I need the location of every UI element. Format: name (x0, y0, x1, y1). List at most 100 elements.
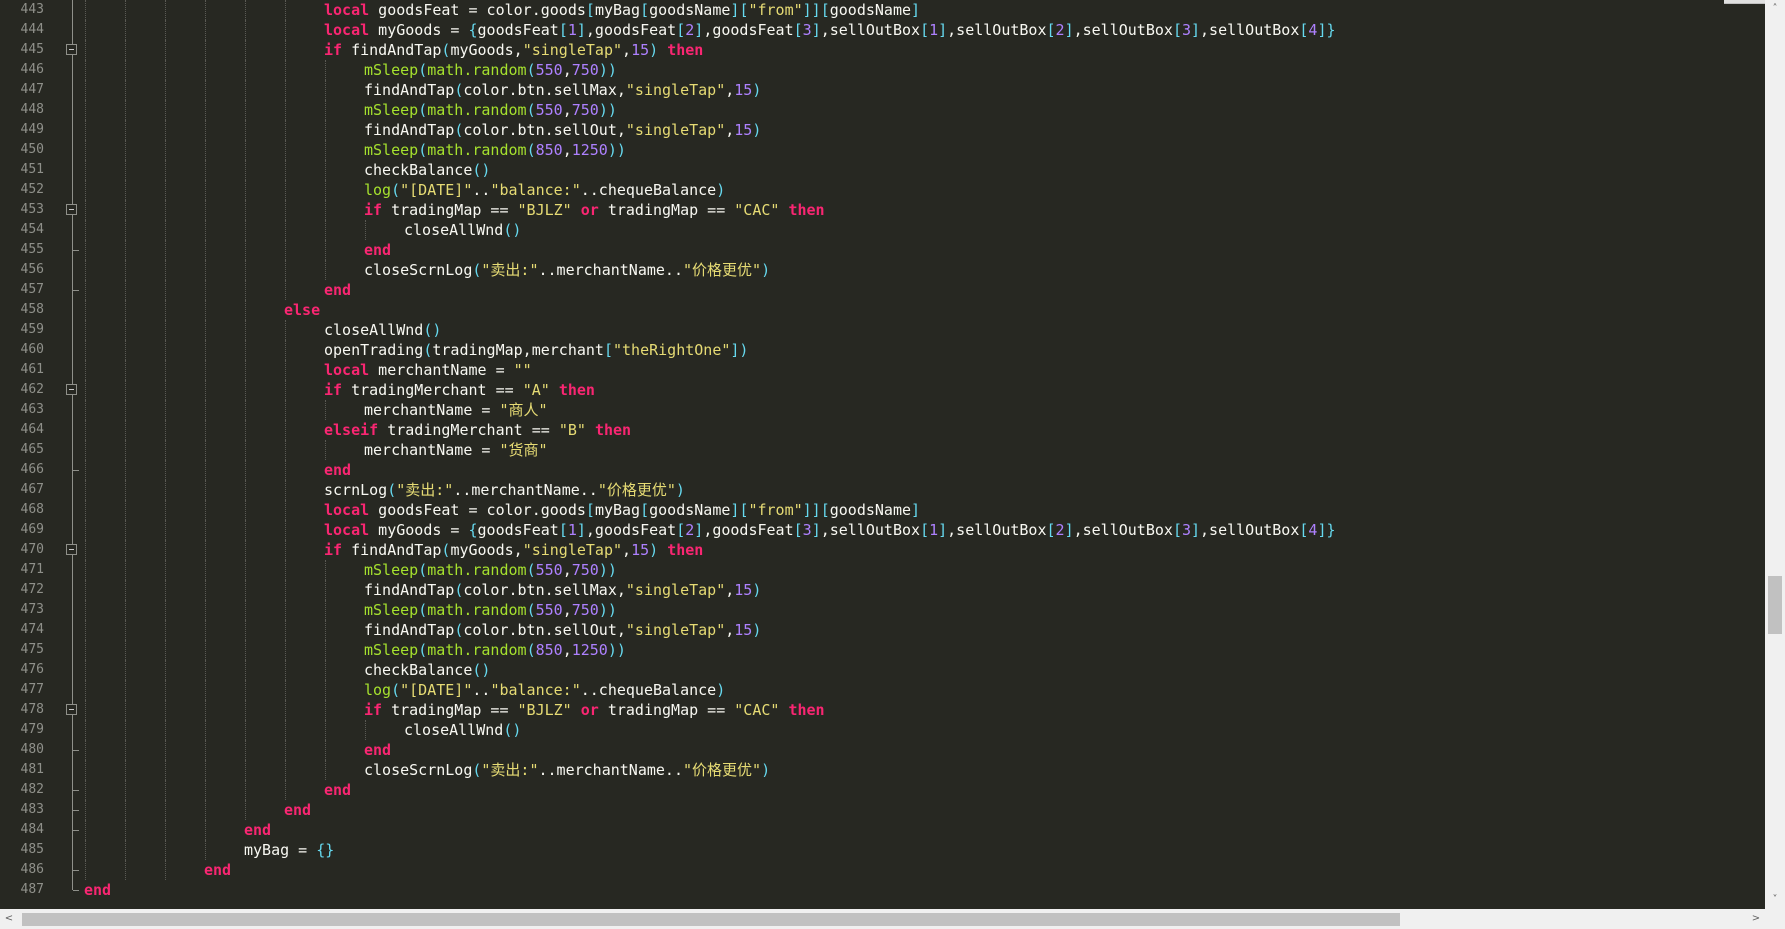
code-line[interactable]: closeAllWnd() (404, 220, 521, 240)
code-token: [ (558, 21, 568, 39)
code-token: myBag (594, 1, 641, 19)
code-line[interactable]: findAndTap(color.btn.sellOut,"singleTap"… (364, 120, 761, 140)
code-line[interactable]: mSleep(math.random(550,750)) (364, 60, 617, 80)
code-line[interactable]: closeAllWnd() (324, 320, 441, 340)
code-line[interactable]: log("[DATE]".."balance:"..chequeBalance) (364, 180, 725, 200)
indent-guide (165, 520, 166, 540)
code-token: 3 (1181, 21, 1191, 39)
code-line[interactable]: closeScrnLog("卖出:"..merchantName.."价格更优"… (364, 260, 770, 280)
code-line[interactable]: mSleep(math.random(550,750)) (364, 560, 617, 580)
code-line[interactable]: scrnLog("卖出:"..merchantName.."价格更优") (324, 480, 685, 500)
code-line[interactable]: mSleep(math.random(550,750)) (364, 600, 617, 620)
fold-collapse-icon[interactable] (66, 44, 77, 55)
code-line[interactable]: end (364, 240, 391, 260)
scroll-left-arrow-icon[interactable]: < (0, 909, 18, 929)
line-number: 468 (20, 502, 44, 517)
code-line[interactable]: end (244, 820, 271, 840)
code-token: local (324, 361, 370, 379)
fold-collapse-icon[interactable] (66, 544, 77, 555)
code-token: ,goodsFeat (703, 521, 794, 539)
code-token: color.btn.sellMax, (463, 81, 626, 99)
indent-guide (285, 780, 286, 800)
indent-guide (325, 100, 326, 120)
code-token: then (667, 41, 704, 59)
code-token: 15 (734, 121, 753, 139)
code-token: ( (454, 621, 464, 639)
code-line[interactable]: mSleep(math.random(550,750)) (364, 100, 617, 120)
code-line[interactable]: log("[DATE]".."balance:"..chequeBalance) (364, 680, 725, 700)
code-line[interactable]: mSleep(math.random(850,1250)) (364, 140, 626, 160)
scroll-down-arrow-icon[interactable]: ˅ (1765, 891, 1785, 909)
indent-guide (245, 740, 246, 760)
horizontal-scroll-thumb[interactable] (22, 913, 1400, 926)
indent-guide (245, 200, 246, 220)
indent-guide (325, 180, 326, 200)
code-line[interactable]: local myGoods = {goodsFeat[1],goodsFeat[… (324, 20, 1336, 40)
code-line[interactable]: checkBalance() (364, 160, 490, 180)
code-token: closeScrnLog (364, 261, 473, 279)
code-line[interactable]: openTrading(tradingMap,merchant["theRigh… (324, 340, 748, 360)
vertical-scrollbar[interactable]: ˄ ˅ (1765, 0, 1785, 909)
line-number: 460 (20, 342, 44, 357)
code-line[interactable]: elseif tradingMerchant == "B" then (324, 420, 631, 440)
code-line[interactable]: end (204, 860, 231, 880)
vertical-scroll-thumb[interactable] (1768, 576, 1782, 634)
code-token: if (364, 701, 383, 719)
code-token: tradingMap == (598, 701, 735, 719)
fold-collapse-icon[interactable] (66, 204, 77, 215)
horizontal-scrollbar[interactable]: < > (0, 909, 1765, 929)
indent-guide (85, 260, 86, 280)
code-token: )) (598, 601, 617, 619)
code-token: goodsName (649, 501, 731, 519)
code-line[interactable]: merchantName = "商人" (364, 400, 548, 420)
code-line[interactable]: if tradingMap == "BJLZ" or tradingMap ==… (364, 200, 825, 220)
scroll-up-arrow-icon[interactable]: ˄ (1765, 0, 1785, 18)
code-line[interactable]: if findAndTap(myGoods,"singleTap",15) th… (324, 40, 703, 60)
fold-collapse-icon[interactable] (66, 384, 77, 395)
code-line[interactable]: end (284, 800, 311, 820)
code-line[interactable]: local goodsFeat = color.goods[myBag[good… (324, 0, 920, 20)
code-line[interactable]: merchantName = "货商" (364, 440, 548, 460)
code-token: or (580, 701, 599, 719)
code-token: ]] (802, 1, 821, 19)
line-number: 476 (20, 662, 44, 677)
indent-guide (285, 640, 286, 660)
indent-guide (85, 840, 86, 860)
code-line[interactable]: else (284, 300, 320, 320)
code-line[interactable]: findAndTap(color.btn.sellOut,"singleTap"… (364, 620, 761, 640)
code-line[interactable]: local myGoods = {goodsFeat[1],goodsFeat[… (324, 520, 1336, 540)
indent-guide (85, 520, 86, 540)
code-line[interactable]: end (364, 740, 391, 760)
indent-guide (125, 760, 126, 780)
code-line[interactable]: end (84, 880, 111, 900)
code-line[interactable]: findAndTap(color.btn.sellMax,"singleTap"… (364, 580, 761, 600)
code-token: "商人" (499, 401, 548, 419)
indent-guide (125, 800, 126, 820)
code-line[interactable]: end (324, 780, 351, 800)
code-line[interactable]: closeAllWnd() (404, 720, 521, 740)
code-line[interactable]: myBag = {} (244, 840, 334, 860)
code-line[interactable]: end (324, 460, 351, 480)
code-editor[interactable]: 443 444 445 446 447 448 449 450 451 452 453 454 455 4… (0, 0, 1765, 909)
scroll-right-arrow-icon[interactable]: > (1747, 909, 1765, 929)
code-line[interactable]: closeScrnLog("卖出:"..merchantName.."价格更优"… (364, 760, 770, 780)
code-token: "balance:" (490, 681, 581, 699)
indent-guide (285, 120, 286, 140)
code-token: myGoods = (369, 21, 469, 39)
code-line[interactable]: checkBalance() (364, 660, 490, 680)
indent-guide (205, 280, 206, 300)
fold-collapse-icon[interactable] (66, 704, 77, 715)
code-token: ( (526, 101, 536, 119)
code-line[interactable]: mSleep(math.random(850,1250)) (364, 640, 626, 660)
indent-guide (165, 380, 166, 400)
code-line[interactable]: end (324, 280, 351, 300)
code-line[interactable]: if tradingMap == "BJLZ" or tradingMap ==… (364, 700, 825, 720)
code-line[interactable]: if findAndTap(myGoods,"singleTap",15) th… (324, 540, 703, 560)
code-line[interactable]: local merchantName = "" (324, 360, 532, 380)
code-line[interactable]: if tradingMerchant == "A" then (324, 380, 595, 400)
indent-guide (165, 160, 166, 180)
code-line[interactable]: findAndTap(color.btn.sellMax,"singleTap"… (364, 80, 761, 100)
code-line[interactable]: local goodsFeat = color.goods[myBag[good… (324, 500, 920, 520)
indent-guide (285, 280, 286, 300)
indent-guide (325, 720, 326, 740)
